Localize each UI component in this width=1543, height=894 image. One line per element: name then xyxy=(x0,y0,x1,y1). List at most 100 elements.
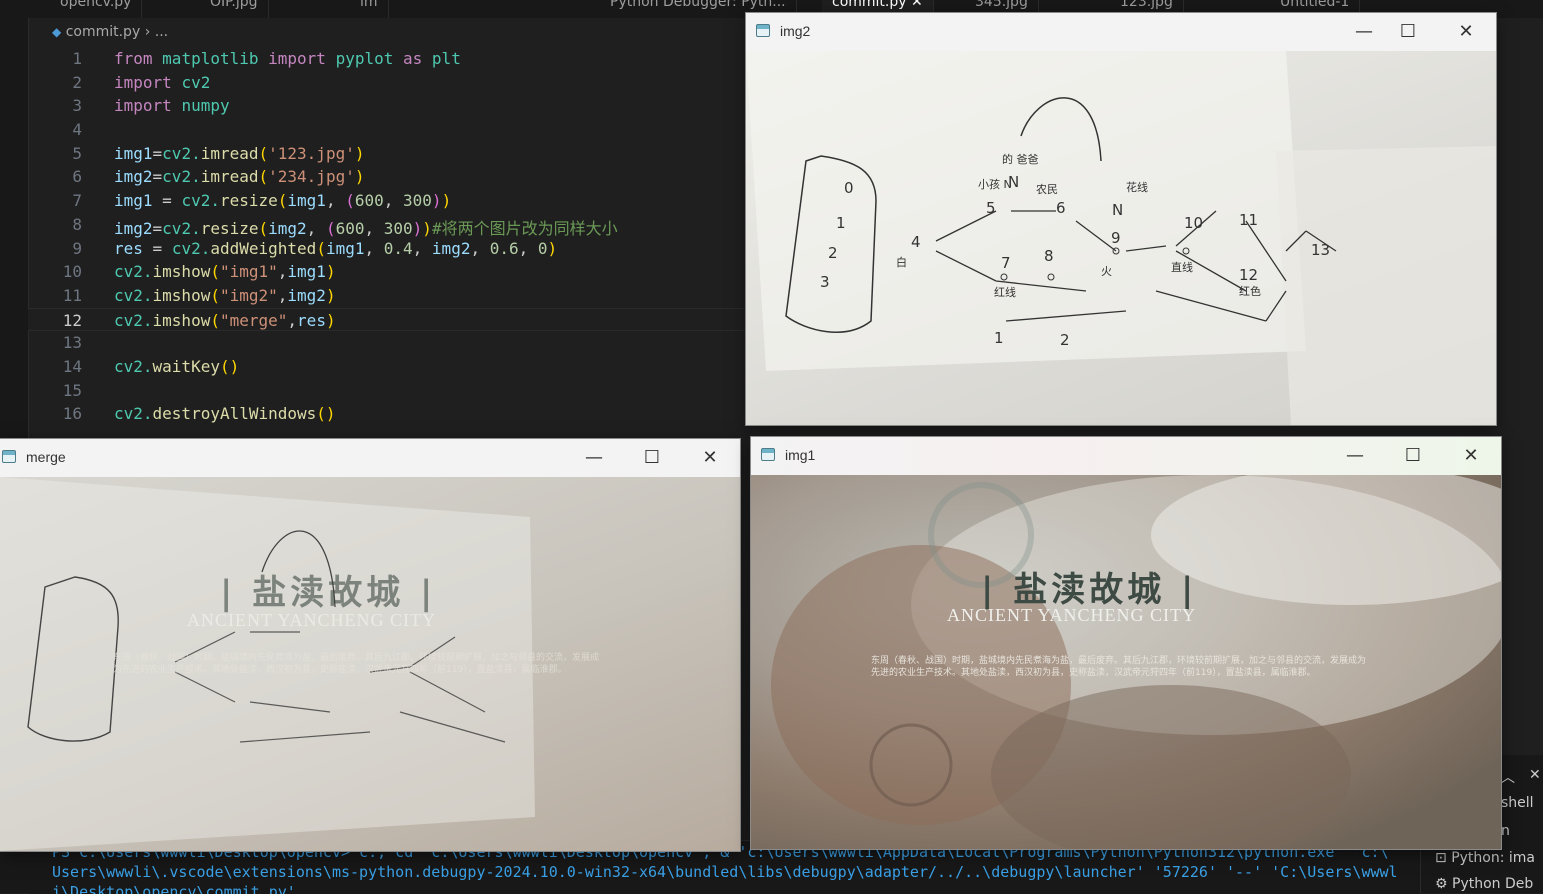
breadcrumb[interactable]: ◆ commit.py › ... xyxy=(52,24,168,40)
tab-oip-jpg[interactable]: OIP.jpg xyxy=(200,0,269,18)
opencv-window-icon xyxy=(2,450,16,463)
note-text: 10 xyxy=(1184,214,1204,232)
note-text: 13 xyxy=(1311,241,1331,259)
line-number: 1 xyxy=(72,49,82,68)
line-number: 11 xyxy=(62,285,82,305)
code-line[interactable]: 5 img1=cv2.imread('123.jpg') xyxy=(28,142,748,166)
tab-opencv-py[interactable]: opencv.py xyxy=(50,0,143,18)
line-number: 7 xyxy=(72,191,82,211)
window-titlebar[interactable]: img2 — ☐ ✕ xyxy=(746,13,1496,51)
line-number: 3 xyxy=(72,96,82,116)
overlay-subhead: ANCIENT YANCHENG CITY xyxy=(187,610,436,630)
terminal-icon: ⊡ xyxy=(1435,850,1447,866)
code-text: from matplotlib import pyplot as plt xyxy=(114,49,461,68)
handwritten-diagram xyxy=(746,51,1496,425)
note-text: 2 xyxy=(828,244,838,262)
close-button[interactable]: ✕ xyxy=(1449,443,1493,469)
window-merge[interactable]: merge — ☐ ✕ | 盐渎故城 | ANCIENT YANCHENG CI… xyxy=(0,439,740,851)
tab-label: im xyxy=(360,0,378,10)
code-line[interactable]: 6 img2=cv2.imread('234.jpg') xyxy=(28,165,748,189)
opencv-window-icon xyxy=(756,24,770,37)
code-line[interactable]: 13 xyxy=(28,331,748,355)
tab-label: OIP.jpg xyxy=(210,0,258,10)
note-text: 9 xyxy=(1111,229,1121,247)
note-text: 11 xyxy=(1239,211,1259,229)
image-sketch: 0 1 2 3 5 6 7 8 9 10 11 12 13 4 N N 1 2 … xyxy=(746,51,1496,425)
breadcrumb-file[interactable]: commit.py xyxy=(66,24,141,40)
code-line[interactable]: 11 cv2.imshow("img2",img2) xyxy=(28,284,748,308)
code-text: cv2.waitKey() xyxy=(114,356,240,376)
code-line[interactable]: 9 res = cv2.addWeighted(img1, 0.4, img2, … xyxy=(28,237,748,261)
note-text: 2 xyxy=(1060,331,1070,349)
terminal-line: i\Desktop\opencv\commit.py' xyxy=(52,883,296,894)
line-number: 2 xyxy=(72,72,82,92)
chevron-right-icon: › xyxy=(144,24,151,40)
overlay-heading: | 盐渎故城 | xyxy=(220,573,437,613)
image-ancient-city: | 盐渎故城 | ANCIENT YANCHENG CITY 东周（春秋、战国）… xyxy=(751,475,1501,849)
note-text: 的 爸爸 xyxy=(1002,153,1039,166)
code-line[interactable]: 3 import numpy xyxy=(28,94,748,118)
note-text: 5 xyxy=(986,199,996,217)
close-button[interactable]: ✕ xyxy=(1444,19,1488,45)
gear-icon: ⚙ xyxy=(1435,876,1448,892)
terminal-item[interactable]: n xyxy=(1501,823,1510,839)
terminal-item-python-image[interactable]: ⊡ Python: ima xyxy=(1435,850,1535,866)
code-line[interactable]: 8 img2=cv2.resize(img2, (600, 300))#将两个图片… xyxy=(28,213,748,238)
chevron-up-icon[interactable]: ︿ xyxy=(1501,767,1515,787)
note-text: 1 xyxy=(836,214,846,232)
code-text: img2=cv2.resize(img2, (600, 300))#将两个图片改… xyxy=(114,218,618,238)
window-img1[interactable]: img1 — ☐ ✕ | 盐渎故城 | ANCIENT YANCHENG CIT… xyxy=(751,437,1501,849)
note-text: 6 xyxy=(1056,199,1066,217)
close-panel-icon[interactable]: ✕ xyxy=(1529,767,1541,783)
close-icon[interactable]: ✕ xyxy=(911,0,923,10)
tab-im[interactable]: im xyxy=(350,0,389,18)
maximize-button[interactable]: ☐ xyxy=(1391,443,1435,469)
code-line[interactable]: 10 cv2.imshow("img1",img1) xyxy=(28,260,748,284)
terminal-line: Users\wwwli\.vscode\extensions\ms-python… xyxy=(52,863,1398,881)
window-titlebar[interactable]: merge — ☐ ✕ xyxy=(0,439,740,477)
tab-label: commit.py xyxy=(832,0,907,10)
note-text: 白 xyxy=(896,256,907,269)
window-img2[interactable]: img2 — ☐ ✕ 0 1 2 3 5 6 7 8 9 10 11 12 13… xyxy=(746,13,1496,425)
line-number: 13 xyxy=(62,333,82,353)
code-line[interactable]: 14 cv2.waitKey() xyxy=(28,355,748,379)
line-number: 10 xyxy=(62,262,82,282)
minimize-button[interactable]: — xyxy=(1333,443,1377,469)
window-titlebar[interactable]: img1 — ☐ ✕ xyxy=(751,437,1501,475)
line-number: 4 xyxy=(72,120,82,140)
line-number: 8 xyxy=(72,214,82,234)
code-line[interactable]: 15 xyxy=(28,379,748,403)
maximize-button[interactable]: ☐ xyxy=(1386,19,1430,45)
code-line[interactable]: 1 from matplotlib import pyplot as plt xyxy=(28,47,748,71)
line-number: 12 xyxy=(62,310,82,330)
image-heading: | 盐渎故城 | xyxy=(981,570,1198,610)
minimize-button[interactable]: — xyxy=(572,445,616,471)
code-line[interactable]: 2 import cv2 xyxy=(28,71,748,95)
code-editor[interactable]: 1 from matplotlib import pyplot as plt 2 i… xyxy=(28,47,748,426)
note-text: 直线 xyxy=(1171,261,1193,274)
tab-label: 345.jpg xyxy=(975,0,1028,10)
note-text: 小孩 N xyxy=(978,178,1012,191)
line-number: 15 xyxy=(62,380,82,400)
close-button[interactable]: ✕ xyxy=(688,445,732,471)
note-text: 4 xyxy=(911,233,921,251)
note-text: 1 xyxy=(994,329,1004,347)
terminal-item-python-debug[interactable]: ⚙ Python Deb xyxy=(1435,876,1533,892)
code-line-current[interactable]: 12 cv2.imshow("merge",res) xyxy=(28,307,748,332)
code-line[interactable]: 7 img1 = cv2.resize(img1, (600, 300)) xyxy=(28,189,748,213)
code-line[interactable]: 4 xyxy=(28,118,748,142)
terminal-item-shell[interactable]: shell xyxy=(1501,795,1534,811)
tab-label: Python Debugger: Pyth... xyxy=(610,0,786,10)
line-number: 5 xyxy=(72,143,82,163)
line-number: 6 xyxy=(72,167,82,187)
note-text: 红线 xyxy=(994,286,1016,299)
image-subhead: ANCIENT YANCHENG CITY xyxy=(947,605,1196,625)
breadcrumb-symbol[interactable]: ... xyxy=(155,24,168,40)
maximize-button[interactable]: ☐ xyxy=(630,445,674,471)
python-file-icon: ◆ xyxy=(52,25,62,39)
note-text: 3 xyxy=(820,273,830,291)
minimize-button[interactable]: — xyxy=(1342,19,1386,45)
note-text: 7 xyxy=(1001,254,1011,272)
terminal-item-label: Python Deb xyxy=(1452,876,1534,892)
code-line[interactable]: 16 cv2.destroyAllWindows() xyxy=(28,402,748,426)
